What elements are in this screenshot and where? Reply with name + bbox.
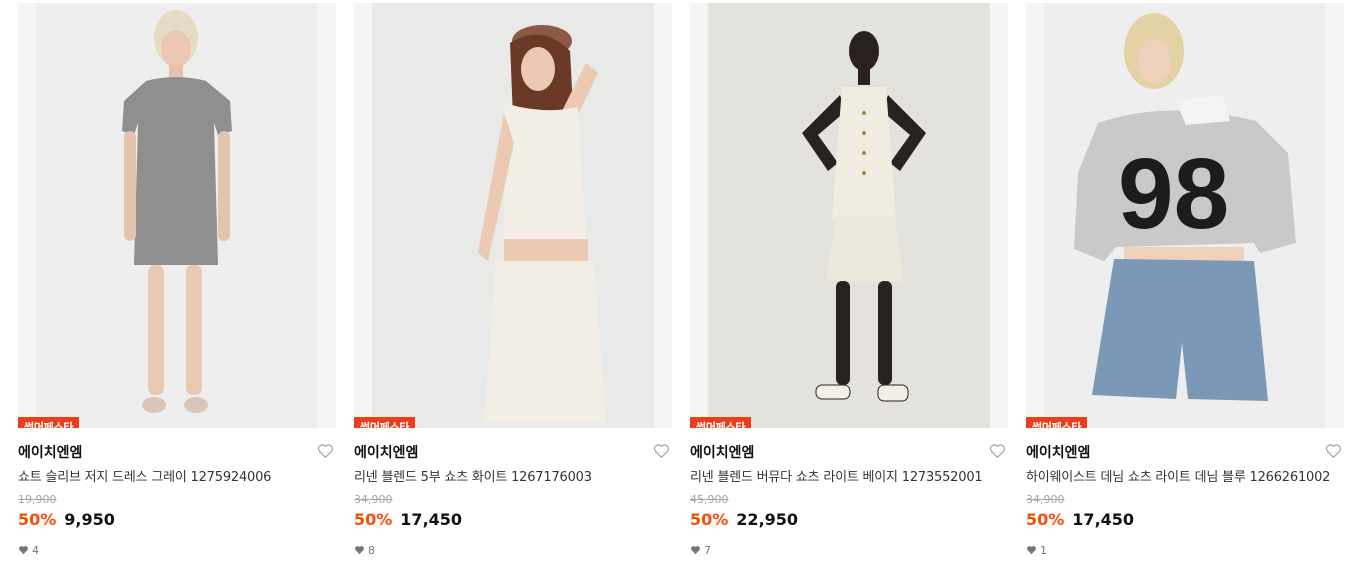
like-count-value: 1	[1040, 543, 1047, 557]
heart-outline-icon[interactable]	[1325, 443, 1342, 459]
price-row: 50% 17,450	[1026, 510, 1134, 534]
sale-price: 17,450	[1072, 510, 1135, 529]
promo-badge: 썸머페스타	[1026, 417, 1088, 428]
product-name[interactable]: 쇼트 슬리브 저지 드레스 그레이 1275924006	[18, 468, 336, 488]
sale-price: 22,950	[736, 510, 799, 529]
product-name[interactable]: 리넨 블렌드 버뮤다 쇼츠 라이트 베이지 1273552001	[690, 468, 1008, 488]
product-name[interactable]: 하이웨이스트 데님 쇼츠 라이트 데님 블루 1266261002	[1026, 468, 1344, 488]
brand-name[interactable]: 에이치엔엠	[1026, 443, 1344, 463]
discount-rate: 50%	[1026, 510, 1065, 529]
discount-rate: 50%	[18, 510, 57, 529]
brand-row: 에이치엔엠	[690, 443, 1008, 465]
like-count-value: 7	[704, 543, 711, 557]
like-count-value: 8	[368, 543, 375, 557]
brand-row: 에이치엔엠	[18, 443, 336, 465]
brand-row: 에이치엔엠	[354, 443, 672, 465]
like-count: 4	[18, 542, 39, 558]
promo-badge: 썸머페스타	[18, 417, 80, 428]
product-image[interactable]: 썸머페스타	[690, 3, 1008, 428]
product-image[interactable]: 썸머페스타	[18, 3, 336, 428]
discount-rate: 50%	[354, 510, 393, 529]
heart-outline-icon[interactable]	[653, 443, 670, 459]
heart-filled-icon	[19, 546, 28, 555]
price-row: 50% 17,450	[354, 510, 462, 534]
original-price: 34,900	[1026, 493, 1065, 506]
sale-price: 17,450	[400, 510, 463, 529]
product-card[interactable]: 썸머페스타 에이치엔엠 쇼트 슬리브 저지 드레스 그레이 1275924006…	[18, 3, 336, 557]
heart-outline-icon[interactable]	[317, 443, 334, 459]
svg-text:98: 98	[1118, 138, 1229, 250]
promo-badge: 썸머페스타	[690, 417, 752, 428]
sale-price: 9,950	[64, 510, 115, 529]
like-count-value: 4	[32, 543, 39, 557]
heart-filled-icon	[355, 546, 364, 555]
price-row: 50% 22,950	[690, 510, 798, 534]
product-name[interactable]: 리넨 블렌드 5부 쇼츠 화이트 1267176003	[354, 468, 672, 488]
product-card[interactable]: 98 썸머페스타 에이치엔엠 하이웨이스트 데님 쇼츠 라이트 데님 블루 12…	[1026, 3, 1344, 557]
like-count: 1	[1026, 542, 1047, 558]
product-image[interactable]: 98 썸머페스타	[1026, 3, 1344, 428]
promo-badge: 썸머페스타	[354, 417, 416, 428]
product-grid: 썸머페스타 에이치엔엠 쇼트 슬리브 저지 드레스 그레이 1275924006…	[18, 3, 1344, 557]
heart-filled-icon	[691, 546, 700, 555]
original-price: 45,900	[690, 493, 729, 506]
original-price: 34,900	[354, 493, 393, 506]
heart-filled-icon	[1027, 546, 1036, 555]
product-card[interactable]: 썸머페스타 에이치엔엠 리넨 블렌드 5부 쇼츠 화이트 1267176003 …	[354, 3, 672, 557]
like-count: 7	[690, 542, 711, 558]
brand-name[interactable]: 에이치엔엠	[18, 443, 336, 463]
like-count: 8	[354, 542, 375, 558]
brand-row: 에이치엔엠	[1026, 443, 1344, 465]
brand-name[interactable]: 에이치엔엠	[354, 443, 672, 463]
product-card[interactable]: 썸머페스타 에이치엔엠 리넨 블렌드 버뮤다 쇼츠 라이트 베이지 127355…	[690, 3, 1008, 557]
brand-name[interactable]: 에이치엔엠	[690, 443, 1008, 463]
price-row: 50% 9,950	[18, 510, 115, 534]
product-image[interactable]: 썸머페스타	[354, 3, 672, 428]
discount-rate: 50%	[690, 510, 729, 529]
original-price: 19,900	[18, 493, 57, 506]
heart-outline-icon[interactable]	[989, 443, 1006, 459]
